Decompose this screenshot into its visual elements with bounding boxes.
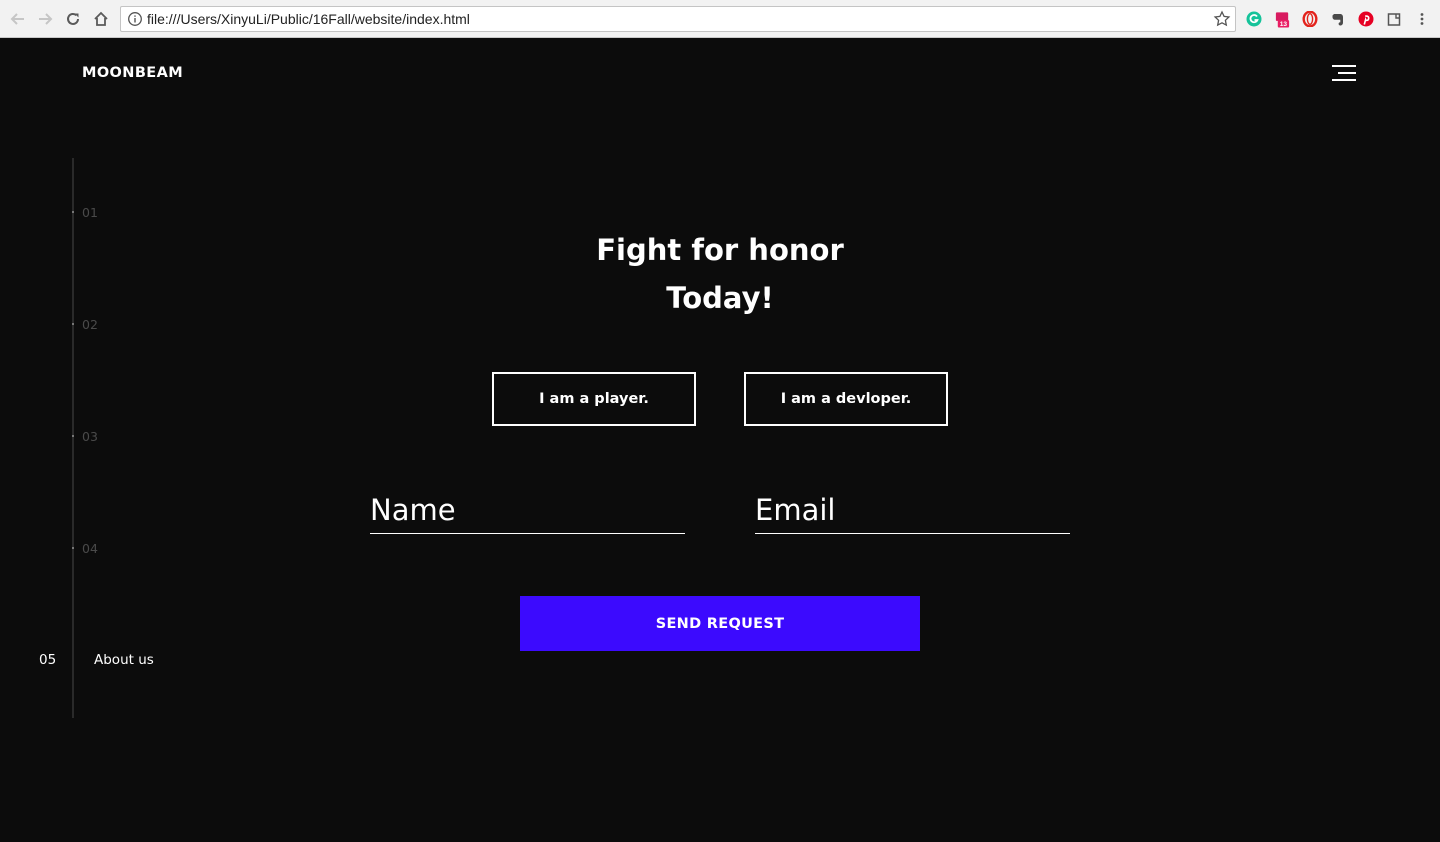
bookmark-star-icon[interactable]	[1213, 10, 1231, 28]
url-text[interactable]: file:///Users/XinyuLi/Public/16Fall/webs…	[147, 11, 470, 27]
timeline-dot	[72, 323, 74, 325]
svg-text:13: 13	[1280, 21, 1288, 28]
name-field	[370, 490, 685, 534]
brand-logo[interactable]: MOONBEAM	[82, 65, 183, 81]
evernote-icon[interactable]	[1329, 10, 1346, 27]
timeline-item-01[interactable]: 01	[82, 205, 98, 220]
timeline-dot	[72, 211, 74, 213]
reload-icon[interactable]	[63, 9, 83, 29]
home-icon[interactable]	[91, 9, 111, 29]
timeline-item-about-us[interactable]: About us	[94, 652, 154, 668]
developer-role-button[interactable]: I am a devloper.	[744, 372, 948, 426]
timeline-item-03[interactable]: 03	[82, 429, 98, 444]
player-role-button[interactable]: I am a player.	[492, 372, 696, 426]
email-input[interactable]	[755, 490, 1070, 530]
headline-line-2: Today!	[666, 281, 774, 315]
email-field	[755, 490, 1070, 534]
timeline-item-02[interactable]: 02	[82, 317, 98, 332]
send-request-button[interactable]: SEND REQUEST	[520, 596, 920, 651]
pinterest-icon[interactable]	[1357, 10, 1374, 27]
forward-arrow-icon[interactable]	[35, 9, 55, 29]
calendar-extension-icon[interactable]: 13	[1274, 10, 1291, 28]
timeline-item-05-number[interactable]: 05	[39, 652, 56, 668]
headline-line-1: Fight for honor	[596, 233, 844, 267]
name-input[interactable]	[370, 490, 685, 530]
grammarly-icon[interactable]	[1245, 10, 1262, 27]
address-bar[interactable]: file:///Users/XinyuLi/Public/16Fall/webs…	[120, 6, 1236, 32]
window-icon[interactable]	[1385, 10, 1402, 27]
hamburger-menu-icon[interactable]	[1331, 63, 1356, 82]
timeline-dot	[72, 547, 74, 549]
kebab-menu-icon[interactable]	[1413, 10, 1430, 27]
opera-icon[interactable]	[1301, 10, 1318, 27]
browser-toolbar: file:///Users/XinyuLi/Public/16Fall/webs…	[0, 0, 1440, 38]
timeline-item-04[interactable]: 04	[82, 541, 98, 556]
timeline-dot	[72, 435, 74, 437]
back-arrow-icon[interactable]	[8, 9, 28, 29]
info-icon[interactable]	[127, 11, 143, 27]
